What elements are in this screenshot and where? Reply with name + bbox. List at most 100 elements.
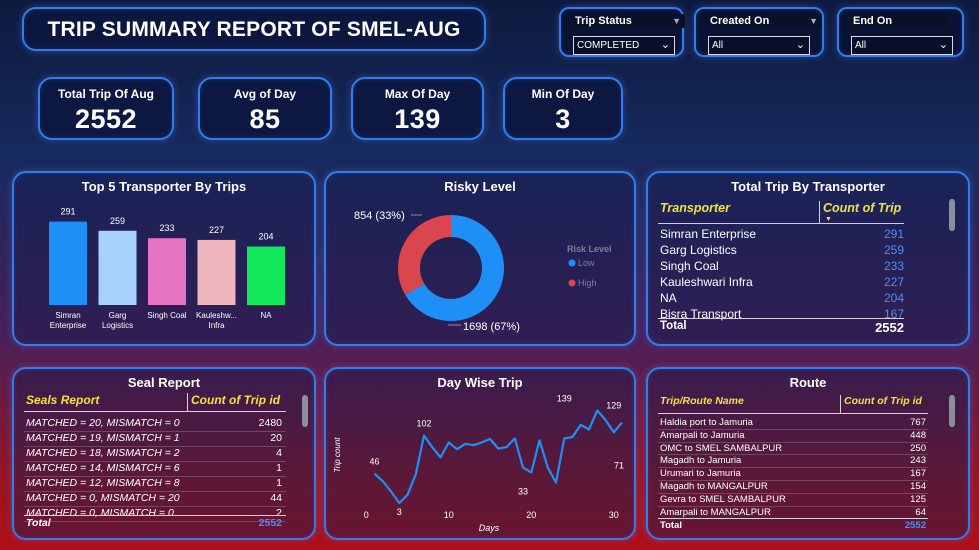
transporter-table-panel: Total Trip By Transporter Transporter Cou…: [646, 171, 970, 346]
donut-slice-high[interactable]: [398, 215, 451, 295]
bar[interactable]: [98, 230, 137, 305]
table-cell-count: 2480: [258, 417, 282, 429]
table-cell-count: 204: [883, 291, 904, 305]
top5-transporter-panel: Top 5 Transporter By Trips 291 Simran Ente…: [12, 171, 316, 346]
legend-marker: [568, 259, 576, 267]
row-divider: [658, 492, 928, 494]
x-tick-label: 0: [364, 510, 369, 520]
table-row[interactable]: Haldia port to Jamuria: [660, 417, 753, 428]
table-row[interactable]: NA: [660, 291, 677, 305]
slicer-dropdown-trip-status[interactable]: COMPLETED ⌄: [573, 36, 675, 55]
table-row[interactable]: Amarpali to Jamuria: [660, 430, 744, 441]
kpi-total-trip: Total Trip Of Aug 2552: [38, 77, 174, 140]
bar-data-label: 259: [110, 216, 125, 226]
panel-title: Seal Report: [127, 375, 201, 390]
table-cell-count: 291: [883, 227, 904, 241]
kpi-value: 85: [249, 104, 281, 134]
slice-data-label: 854 (33%): [354, 210, 405, 222]
chevron-down-icon: ▼: [672, 16, 681, 26]
row-divider: [24, 476, 286, 477]
column-header-route-1[interactable]: Trip/Route Name: [660, 395, 744, 407]
table-row[interactable]: MATCHED = 12, MISMATCH = 8: [26, 477, 180, 489]
legend-title: Risk Level: [567, 244, 612, 254]
header-divider: [658, 413, 928, 414]
table-row[interactable]: Amarpali to MANGALPUR: [660, 507, 771, 518]
column-divider: [840, 395, 841, 413]
row-divider: [24, 461, 286, 462]
table-cell-count: 233: [883, 259, 904, 273]
table-row[interactable]: MATCHED = 14, MISMATCH = 6: [26, 462, 180, 474]
header-divider: [658, 223, 904, 224]
row-divider: [24, 506, 286, 507]
x-tick-label: Garg: [109, 311, 127, 320]
point-data-label: 129: [606, 400, 621, 410]
table-row[interactable]: Magadh to MANGALPUR: [660, 481, 768, 492]
row-divider: [658, 441, 928, 443]
vertical-scrollbar[interactable]: [302, 395, 308, 427]
kpi-label: Min Of Day: [531, 87, 595, 101]
bar[interactable]: [197, 239, 236, 305]
x-tick-label: Simran: [55, 311, 80, 320]
column-header-transporter-1[interactable]: Transporter: [660, 201, 730, 215]
point-data-label: 3: [397, 507, 402, 517]
table-cell-count: 1: [276, 462, 282, 474]
bar-data-label: 291: [60, 207, 75, 217]
x-tick-label: 10: [444, 510, 454, 520]
table-row[interactable]: OMC to SMEL SAMBALPUR: [660, 443, 782, 454]
table-row[interactable]: Kauleshwari Infra: [660, 275, 753, 289]
row-divider: [658, 428, 928, 430]
table-row[interactable]: Simran Enterprise: [660, 227, 756, 241]
slice-data-label: 1698 (67%): [463, 321, 520, 333]
table-cell-count: 767: [910, 417, 926, 428]
table-cell-count: 44: [270, 492, 282, 504]
table-row[interactable]: MATCHED = 18, MISMATCH = 2: [26, 447, 180, 459]
table-row[interactable]: MATCHED = 0, MISMATCH = 20: [26, 492, 180, 504]
column-divider: [819, 201, 820, 223]
risky-level-panel: Risky Level 1698 (67%) 854 (33%) Risk Leve…: [324, 171, 636, 346]
table-row[interactable]: Urumari to Jamuria: [660, 468, 741, 479]
sort-arrow-icon: ▼: [825, 216, 832, 223]
row-divider: [658, 505, 928, 507]
bar[interactable]: [247, 246, 285, 305]
route-panel: Route Trip/Route Name Count of Trip id Hal…: [646, 367, 970, 540]
report-title-box: TRIP SUMMARY REPORT OF SMEL-AUG: [22, 7, 486, 51]
chevron-down-icon: ⌄: [795, 39, 805, 51]
column-header-transporter-2[interactable]: Count of Trip: [823, 201, 901, 215]
slicer-created-on[interactable]: Created On ▼ All ⌄: [694, 7, 824, 57]
table-cell-count: 64: [915, 506, 926, 518]
x-axis-title: Days: [479, 523, 500, 533]
table-row[interactable]: MATCHED = 20, MISMATCH = 0: [26, 417, 180, 429]
table-cell-count: 167: [910, 468, 926, 480]
series-line[interactable]: [373, 409, 623, 505]
column-header-route-2[interactable]: Count of Trip id: [844, 395, 922, 407]
slicer-end-on[interactable]: End On All ⌄: [837, 7, 964, 57]
vertical-scrollbar[interactable]: [949, 199, 955, 231]
kpi-value: 3: [555, 104, 571, 134]
panel-title: Total Trip By Transporter: [731, 179, 885, 194]
table-cell-count: 250: [910, 442, 926, 454]
table-row[interactable]: Singh Coal: [660, 259, 719, 273]
total-label: Total: [26, 517, 51, 529]
table-row[interactable]: MATCHED = 19, MISMATCH = 1: [26, 432, 180, 444]
table-row[interactable]: Gevra to SMEL SAMBALPUR: [660, 494, 786, 505]
column-header-seals-2[interactable]: Count of Trip id: [191, 393, 280, 407]
day-wise-trip-panel: Day Wise Trip 46 3 102 33 139 129 71 0 10 20 30 Day…: [324, 367, 636, 540]
point-data-label: 46: [369, 457, 379, 467]
table-row[interactable]: Garg Logistics: [660, 243, 737, 257]
bar[interactable]: [49, 221, 87, 305]
table-row[interactable]: Magadh to Jamuria: [660, 455, 741, 466]
slicer-trip-status[interactable]: Trip Status ▼ COMPLETED ⌄: [559, 7, 685, 57]
row-divider: [24, 431, 286, 432]
total-label: Total: [660, 320, 687, 332]
x-tick-label: Logistics: [102, 321, 133, 330]
total-label: Total: [660, 520, 682, 531]
vertical-scrollbar[interactable]: [949, 395, 955, 427]
bar[interactable]: [148, 238, 186, 305]
chevron-down-icon: ▼: [809, 16, 818, 26]
column-header-seals-1[interactable]: Seals Report: [26, 393, 99, 407]
slicer-dropdown-created-on[interactable]: All ⌄: [708, 36, 810, 55]
table-cell-count: 4: [276, 447, 282, 459]
bar-data-label: 227: [209, 225, 224, 235]
slicer-label: Trip Status ▼: [573, 14, 685, 28]
slicer-dropdown-end-on[interactable]: All ⌄: [851, 36, 953, 55]
